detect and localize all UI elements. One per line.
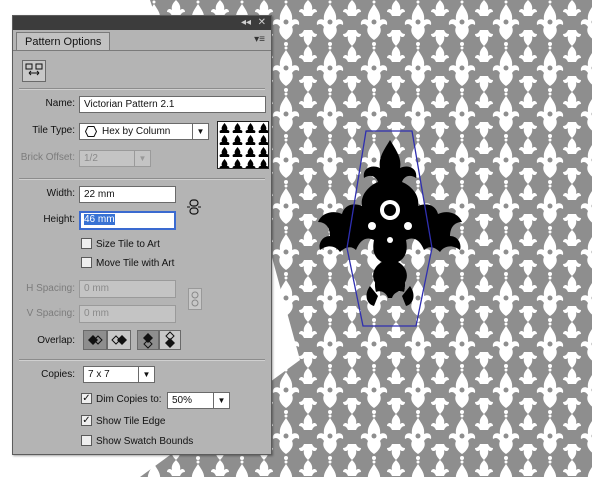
- tab-divider: [13, 50, 271, 51]
- width-label: Width:: [46, 188, 75, 199]
- chevron-down-icon[interactable]: ▼: [134, 151, 150, 166]
- width-input[interactable]: 22 mm: [79, 186, 176, 203]
- v-spacing-input[interactable]: 0 mm: [79, 305, 176, 323]
- copies-value: 7 x 7: [88, 369, 110, 380]
- pattern-swatch-thumbnail: [217, 121, 269, 169]
- brick-offset-value: 1/2: [84, 153, 98, 164]
- dim-copies-checkbox[interactable]: ✓ Dim Copies to:: [81, 392, 162, 409]
- brick-offset-dropdown[interactable]: 1/2 ▼: [79, 150, 151, 167]
- right-in-front-button[interactable]: [107, 330, 131, 350]
- show-tile-edge-label: Show Tile Edge: [96, 416, 166, 427]
- panel-menu-icon[interactable]: ▾≡: [254, 34, 265, 45]
- top-in-front-icon: [143, 333, 153, 349]
- checkbox-checked-icon[interactable]: ✓: [81, 414, 92, 426]
- pattern-tile-tool-icon: [25, 63, 43, 76]
- name-label: Name:: [45, 98, 75, 109]
- size-tile-to-art-label: Size Tile to Art: [96, 239, 160, 250]
- swatch-preview-image: [218, 122, 268, 168]
- bottom-in-front-icon: [165, 331, 175, 348]
- copies-label: Copies:: [41, 369, 75, 380]
- tab-pattern-options[interactable]: Pattern Options: [16, 32, 111, 51]
- h-spacing-input[interactable]: 0 mm: [79, 280, 176, 298]
- h-spacing-label: H Spacing:: [26, 283, 75, 294]
- chain-link-icon: [191, 291, 199, 307]
- dim-copies-dropdown[interactable]: 50% ▼: [167, 392, 230, 409]
- checkbox-box[interactable]: [81, 237, 92, 249]
- tile-type-label: Tile Type:: [32, 125, 75, 136]
- show-swatch-bounds-checkbox[interactable]: Show Swatch Bounds: [81, 434, 194, 451]
- section-divider: [19, 88, 265, 90]
- collapse-panel-icon[interactable]: ◂◂: [241, 17, 251, 29]
- hex-tile-icon: [85, 126, 97, 137]
- height-value-selected: 46 mm: [84, 214, 115, 225]
- size-tile-to-art-checkbox[interactable]: Size Tile to Art: [81, 237, 160, 254]
- left-in-front-button[interactable]: [83, 330, 107, 350]
- pattern-tile-tool-button[interactable]: [22, 60, 46, 82]
- show-tile-edge-checkbox[interactable]: ✓ Show Tile Edge: [81, 414, 166, 431]
- pattern-options-panel: ◂◂ ✕ Pattern Options ▾≡ Name: Victorian …: [12, 15, 272, 455]
- left-in-front-icon: [88, 335, 103, 345]
- close-panel-icon[interactable]: ✕: [258, 17, 266, 29]
- spacing-link-button[interactable]: [188, 288, 202, 310]
- top-in-front-button[interactable]: [137, 330, 159, 350]
- move-tile-with-art-checkbox[interactable]: Move Tile with Art: [81, 256, 175, 273]
- chain-link-icon[interactable]: [187, 199, 201, 215]
- pattern-name-input[interactable]: Victorian Pattern 2.1: [79, 96, 266, 113]
- brick-offset-label: Brick Offset:: [20, 152, 75, 163]
- bottom-in-front-button[interactable]: [159, 330, 181, 350]
- tile-type-value: Hex by Column: [102, 126, 171, 137]
- show-swatch-bounds-label: Show Swatch Bounds: [96, 436, 194, 447]
- move-tile-with-art-label: Move Tile with Art: [96, 258, 175, 269]
- panel-title-bar[interactable]: ◂◂ ✕: [13, 16, 271, 30]
- chevron-down-icon[interactable]: ▼: [192, 124, 208, 139]
- checkbox-checked-icon[interactable]: ✓: [81, 392, 92, 404]
- overlap-label: Overlap:: [37, 335, 75, 346]
- dim-copies-label: Dim Copies to:: [96, 394, 162, 405]
- height-label: Height:: [43, 214, 75, 225]
- checkbox-box[interactable]: [81, 256, 92, 268]
- section-divider: [19, 359, 265, 361]
- height-input[interactable]: 46 mm: [79, 211, 176, 230]
- right-in-front-icon: [111, 335, 127, 345]
- dim-copies-value: 50%: [172, 395, 193, 406]
- checkbox-box[interactable]: [81, 434, 92, 446]
- v-spacing-label: V Spacing:: [26, 308, 75, 319]
- tile-type-dropdown[interactable]: Hex by Column ▼: [79, 123, 209, 140]
- chevron-down-icon[interactable]: ▼: [213, 393, 229, 408]
- chevron-down-icon[interactable]: ▼: [138, 367, 154, 382]
- copies-dropdown[interactable]: 7 x 7 ▼: [83, 366, 155, 383]
- section-divider: [19, 178, 265, 180]
